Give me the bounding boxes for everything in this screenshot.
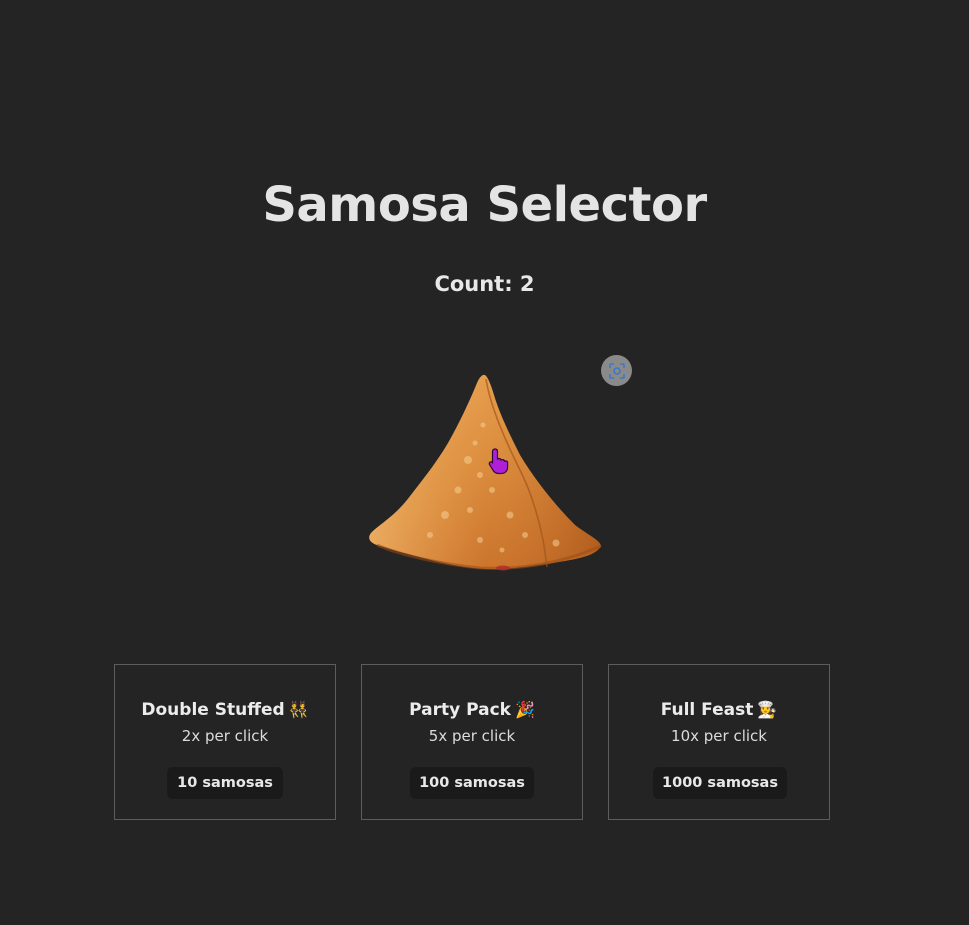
party-popper-icon: 🎉 bbox=[514, 700, 535, 719]
upgrade-cards: Double Stuffed 👯 2x per click 10 samosas … bbox=[114, 664, 830, 820]
buy-full-feast-button[interactable]: 1000 samosas bbox=[653, 767, 787, 799]
upgrade-name: Full Feast bbox=[660, 700, 754, 720]
upgrade-title: Full Feast 👩‍🍳 bbox=[609, 698, 829, 722]
visual-search-button[interactable] bbox=[601, 355, 632, 386]
app-page: Samosa Selector Count: 2 Double Stuffed … bbox=[0, 0, 969, 925]
cook-icon: 👩‍🍳 bbox=[757, 700, 778, 719]
upgrade-card-double-stuffed: Double Stuffed 👯 2x per click 10 samosas bbox=[114, 664, 336, 820]
upgrade-rate: 10x per click bbox=[671, 727, 767, 745]
samosa-image[interactable] bbox=[360, 365, 610, 580]
upgrade-title: Party Pack 🎉 bbox=[362, 698, 582, 722]
page-title: Samosa Selector bbox=[262, 177, 707, 233]
dancers-icon: 👯 bbox=[288, 700, 309, 719]
upgrade-name: Party Pack bbox=[409, 700, 511, 720]
samosa-shading bbox=[369, 374, 601, 570]
samosa-illustration bbox=[369, 374, 602, 571]
upgrade-rate: 2x per click bbox=[181, 727, 269, 745]
upgrade-name: Double Stuffed bbox=[141, 700, 285, 720]
upgrade-card-party-pack: Party Pack 🎉 5x per click 100 samosas bbox=[361, 664, 583, 820]
upgrade-rate: 5x per click bbox=[428, 727, 516, 745]
upgrade-title: Double Stuffed 👯 bbox=[115, 698, 335, 722]
buy-double-stuffed-button[interactable]: 10 samosas bbox=[167, 767, 283, 799]
buy-party-pack-button[interactable]: 100 samosas bbox=[410, 767, 534, 799]
pointer-cursor-icon bbox=[487, 447, 511, 475]
upgrade-card-full-feast: Full Feast 👩‍🍳 10x per click 1000 samosas bbox=[608, 664, 830, 820]
lens-icon bbox=[608, 362, 625, 379]
samosa-count: Count: 2 bbox=[434, 272, 535, 296]
